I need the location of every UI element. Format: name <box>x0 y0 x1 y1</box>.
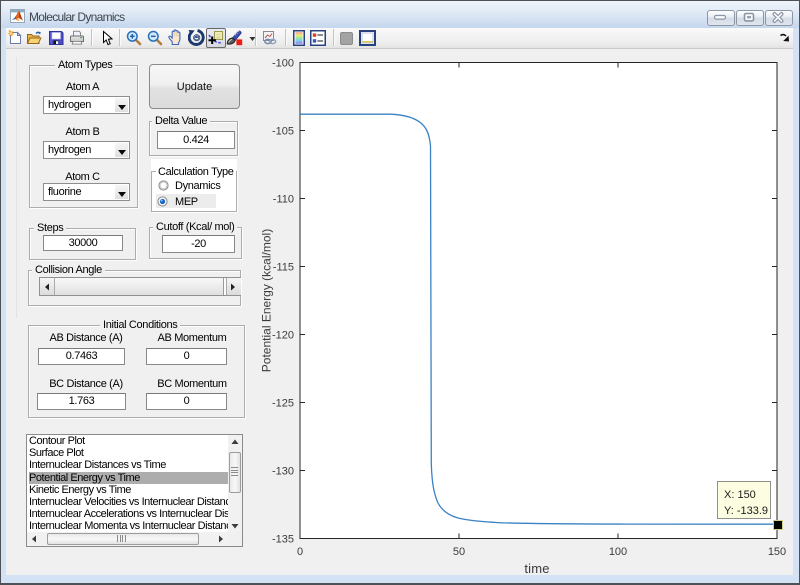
svg-text:-100: -100 <box>272 58 294 70</box>
svg-text:-115: -115 <box>273 262 294 274</box>
svg-text:-125: -125 <box>272 398 294 410</box>
svg-text:50: 50 <box>453 546 465 558</box>
svg-text:100: 100 <box>609 546 627 558</box>
svg-text:time: time <box>524 561 549 575</box>
svg-text:Potential Energy (kcal/mol): Potential Energy (kcal/mol) <box>260 229 274 372</box>
svg-text:Y: -133.9: Y: -133.9 <box>724 505 768 517</box>
svg-text:-110: -110 <box>273 194 294 206</box>
svg-text:150: 150 <box>768 546 786 558</box>
svg-text:-120: -120 <box>272 330 294 342</box>
svg-text:-130: -130 <box>272 466 294 478</box>
svg-text:-135: -135 <box>272 534 294 546</box>
svg-text:X: 150: X: 150 <box>724 489 756 501</box>
svg-text:-105: -105 <box>272 126 294 138</box>
svg-text:0: 0 <box>297 546 303 558</box>
